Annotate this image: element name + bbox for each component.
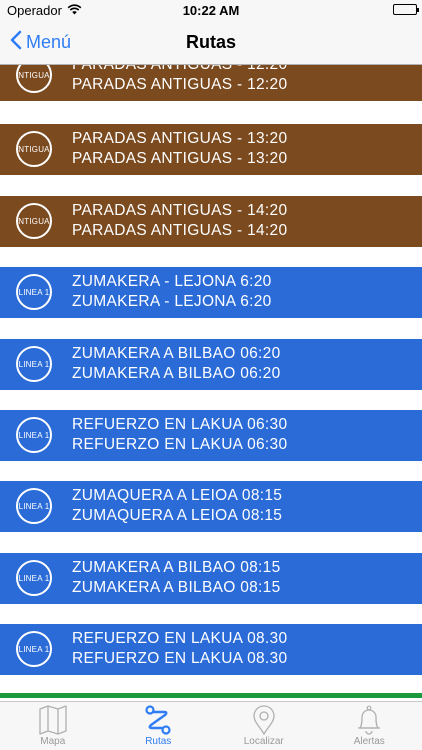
route-badge: LINEA 1 xyxy=(16,631,52,667)
page-title: Rutas xyxy=(185,32,236,52)
route-subtitle: PARADAS ANTIGUAS - 12:20 xyxy=(72,76,288,93)
route-row[interactable]: ANTIGUAS PARADAS ANTIGUAS - 12:20 PARADA… xyxy=(0,65,422,101)
route-text: PARADAS ANTIGUAS - 13:20 PARADAS ANTIGUA… xyxy=(72,129,287,169)
tab-label: Rutas xyxy=(145,736,172,747)
route-text: PARADAS ANTIGUAS - 12:20 PARADAS ANTIGUA… xyxy=(72,65,287,95)
route-badge: ANTIGUAS xyxy=(16,65,52,93)
route-subtitle: ZUMAQUERA A LEIOA 08:15 xyxy=(72,507,283,524)
route-row[interactable]: LINEA 1 ZUMAQUERA A LEIOA 08:15 ZUMAQUER… xyxy=(0,481,422,532)
route-row[interactable]: ANTIGUAS PARADAS ANTIGUAS - 13:20 PARADA… xyxy=(0,124,422,175)
route-subtitle: ZUMAKERA - LEJONA 6:20 xyxy=(72,293,272,310)
next-route-row-edge[interactable] xyxy=(0,693,422,698)
route-subtitle: REFUERZO EN LAKUA 08.30 xyxy=(72,650,288,667)
route-subtitle: ZUMAKERA A BILBAO 06:20 xyxy=(72,365,281,382)
route-row[interactable]: LINEA 1 ZUMAKERA A BILBAO 08:15 ZUMAKERA… xyxy=(0,553,422,604)
route-title: REFUERZO EN LAKUA 06:30 xyxy=(72,416,288,433)
route-text: ZUMAQUERA A LEIOA 08:15 ZUMAQUERA A LEIO… xyxy=(72,486,282,526)
route-text: ZUMAKERA A BILBAO 06:20 ZUMAKERA A BILBA… xyxy=(72,344,281,384)
route-badge: LINEA 1 xyxy=(16,346,52,382)
route-row[interactable]: LINEA 1 ZUMAKERA A BILBAO 06:20 ZUMAKERA… xyxy=(0,339,422,390)
route-subtitle: PARADAS ANTIGUAS - 13:20 xyxy=(72,150,288,167)
route-badge: LINEA 1 xyxy=(16,488,52,524)
route-subtitle: ZUMAKERA A BILBAO 08:15 xyxy=(72,579,281,596)
route-row[interactable]: ANTIGUAS PARADAS ANTIGUAS - 14:20 PARADA… xyxy=(0,196,422,247)
route-row[interactable]: LINEA 1 ZUMAKERA - LEJONA 6:20 ZUMAKERA … xyxy=(0,267,422,318)
tab-alertas[interactable]: Alertas xyxy=(317,702,422,750)
route-subtitle: PARADAS ANTIGUAS - 14:20 xyxy=(72,222,288,239)
tab-label: Localizar xyxy=(243,736,284,747)
route-row[interactable]: LINEA 1 REFUERZO EN LAKUA 06:30 REFUERZO… xyxy=(0,410,422,461)
route-text: ZUMAKERA A BILBAO 08:15 ZUMAKERA A BILBA… xyxy=(72,558,281,598)
route-title: PARADAS ANTIGUAS - 12:20 xyxy=(72,65,287,75)
route-list[interactable]: ANTIGUAS PARADAS ANTIGUAS - 12:20 PARADA… xyxy=(0,65,422,697)
route-subtitle: REFUERZO EN LAKUA 06:30 xyxy=(72,436,288,453)
route-text: REFUERZO EN LAKUA 08.30 REFUERZO EN LAKU… xyxy=(72,629,287,669)
route-title: ZUMAKERA A BILBAO 06:20 xyxy=(72,345,281,362)
tab-label: Mapa xyxy=(40,736,66,747)
route-badge: LINEA 1 xyxy=(16,274,52,310)
route-title: ZUMAKERA - LEJONA 6:20 xyxy=(72,273,272,290)
status-bar: Operador 10:22 AM xyxy=(0,0,422,20)
route-badge: LINEA 1 xyxy=(16,417,52,453)
route-title: ZUMAQUERA A LEIOA 08:15 xyxy=(72,487,283,504)
map-icon xyxy=(37,705,69,735)
route-text: ZUMAKERA - LEJONA 6:20 ZUMAKERA - LEJONA… xyxy=(72,272,272,312)
route-row[interactable]: LINEA 1 REFUERZO EN LAKUA 08.30 REFUERZO… xyxy=(0,624,422,675)
tab-mapa[interactable]: Mapa xyxy=(0,702,106,750)
route-text: PARADAS ANTIGUAS - 14:20 PARADAS ANTIGUA… xyxy=(72,201,287,241)
route-title: ZUMAKERA A BILBAO 08:15 xyxy=(72,559,281,576)
route-badge: LINEA 1 xyxy=(16,560,52,596)
bell-icon xyxy=(353,705,385,735)
status-time: 10:22 AM xyxy=(182,3,240,18)
route-title: REFUERZO EN LAKUA 08.30 xyxy=(72,630,288,647)
tab-localizar[interactable]: Localizar xyxy=(211,702,317,750)
status-right xyxy=(393,4,419,15)
location-pin-icon xyxy=(248,705,280,735)
tab-label: Alertas xyxy=(353,736,385,747)
battery-icon xyxy=(393,4,419,15)
route-badge: ANTIGUAS xyxy=(16,131,52,167)
route-title: PARADAS ANTIGUAS - 14:20 xyxy=(72,202,288,219)
tab-rutas[interactable]: Rutas xyxy=(106,702,212,750)
tab-bar: Mapa Rutas Localizar Alertas xyxy=(0,701,422,750)
route-icon xyxy=(142,705,174,735)
route-badge: ANTIGUAS xyxy=(16,203,52,239)
route-text: REFUERZO EN LAKUA 06:30 REFUERZO EN LAKU… xyxy=(72,415,287,455)
route-title: PARADAS ANTIGUAS - 13:20 xyxy=(72,130,288,147)
navigation-bar: Menú Rutas xyxy=(0,20,422,65)
